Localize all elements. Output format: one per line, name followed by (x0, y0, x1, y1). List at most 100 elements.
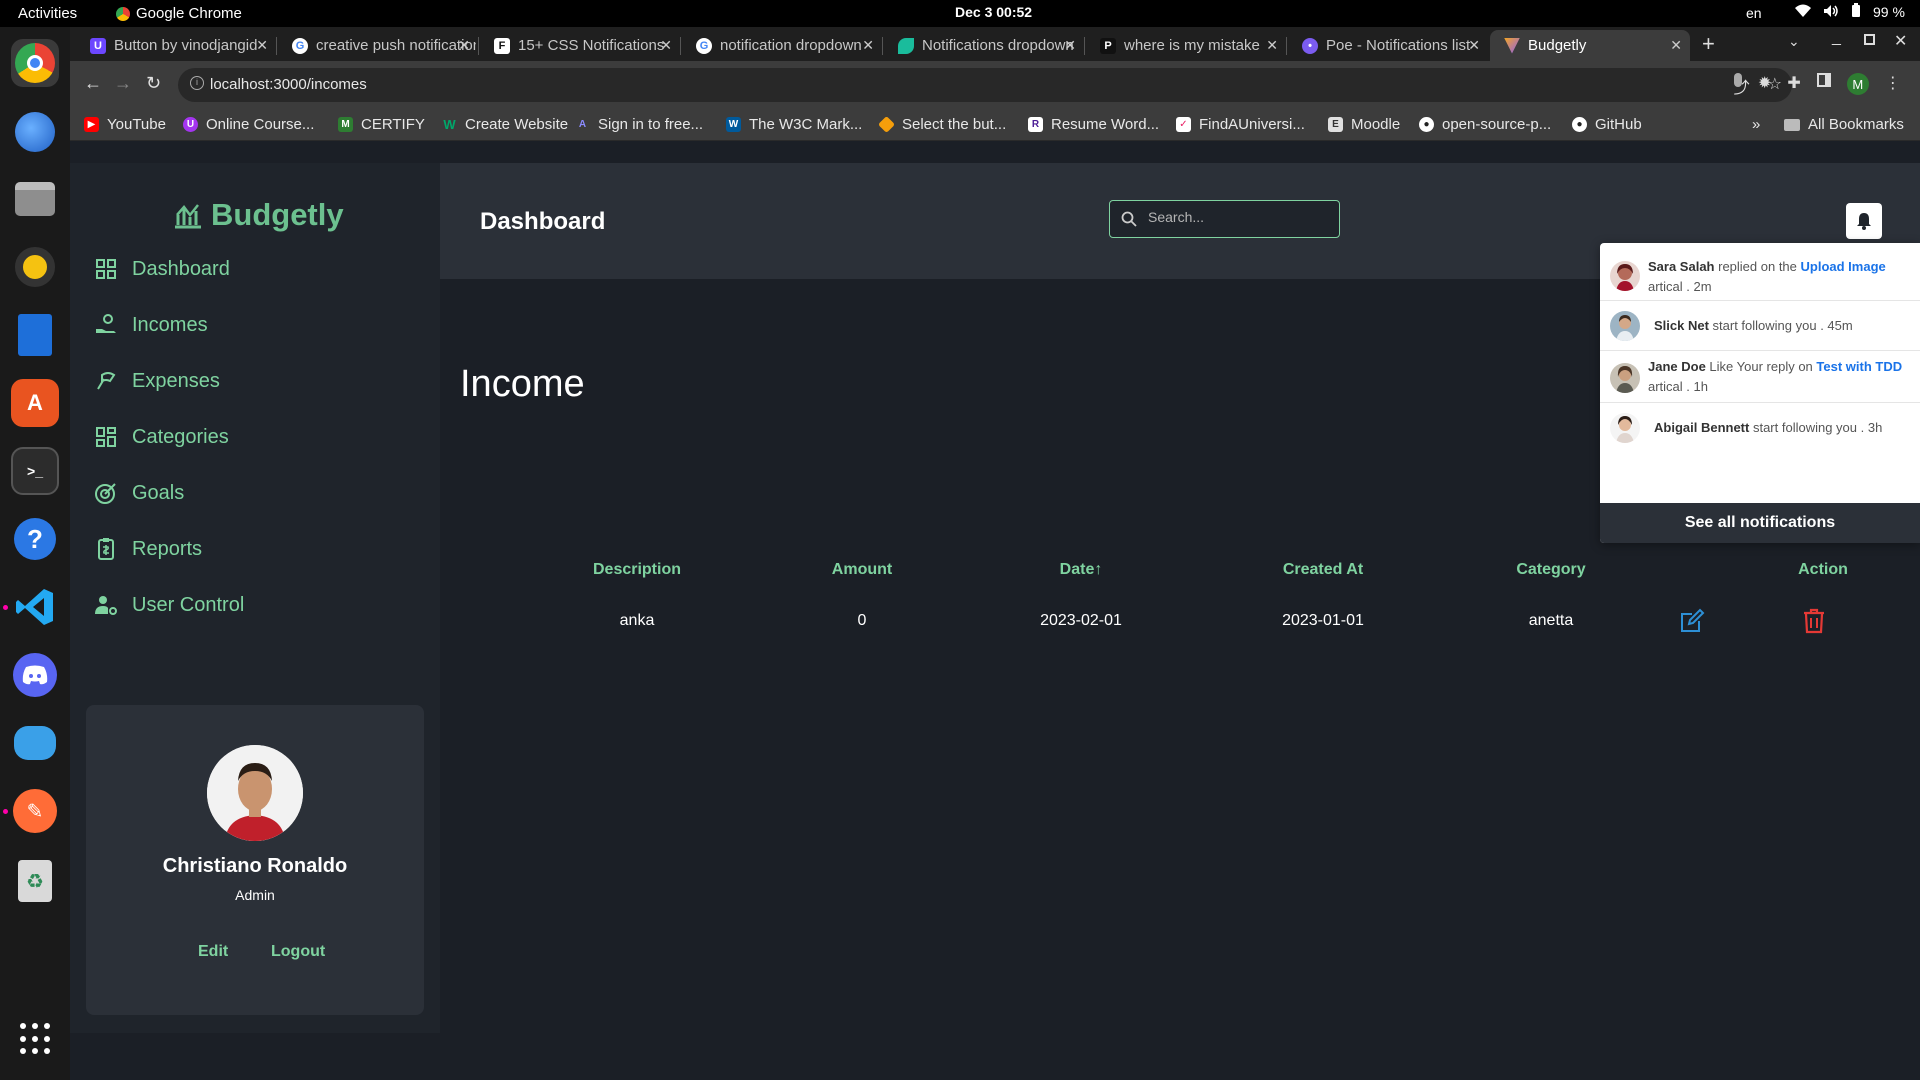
terminal-dock-icon[interactable]: >_ (11, 447, 59, 495)
close-tab-icon[interactable]: ✕ (1670, 37, 1682, 54)
col-description[interactable]: Description (537, 561, 737, 579)
col-amount[interactable]: Amount (762, 561, 962, 579)
col-date[interactable]: Date↑ (981, 561, 1181, 579)
bookmark-open-source[interactable]: ● open-source-p... (1419, 116, 1551, 133)
search-box[interactable] (1109, 200, 1340, 238)
side-panel-icon[interactable] (1816, 73, 1831, 87)
help-dock-icon[interactable]: ? (11, 515, 59, 563)
app-menu[interactable]: Google Chrome (116, 5, 242, 22)
bookmark-w3c[interactable]: W The W3C Mark... (726, 116, 862, 133)
col-created-at[interactable]: Created At (1223, 561, 1423, 579)
nav-expenses[interactable]: Expenses (94, 369, 220, 393)
address-bar[interactable]: i localhost:3000/incomes ⤴ ☆ (178, 68, 1792, 102)
notification-item[interactable]: Abigail Bennett start following you . 3h (1600, 403, 1920, 455)
system-tray[interactable]: 99 % (1795, 3, 1905, 21)
bookmark-select-button[interactable]: Select the but... (878, 116, 1006, 133)
all-bookmarks-button[interactable]: All Bookmarks (1784, 116, 1904, 133)
tab-0[interactable]: U Button by vinodjangid ✕ (76, 30, 276, 61)
back-icon[interactable]: ← (84, 73, 102, 94)
show-apps-icon[interactable] (20, 1023, 52, 1055)
nav-reports[interactable]: Reports (94, 537, 202, 561)
thunderbird-dock-icon[interactable] (11, 108, 59, 156)
tab-search-icon[interactable]: ⌄ (1788, 33, 1800, 50)
avatar (1610, 261, 1640, 291)
nav-label: Expenses (132, 369, 220, 392)
close-tab-icon[interactable]: ✕ (1266, 37, 1278, 54)
minimize-icon[interactable]: _ (1832, 29, 1841, 47)
edit-icon[interactable] (1679, 608, 1705, 634)
notification-link[interactable]: Test with TDD (1816, 359, 1902, 374)
nav-user-control[interactable]: User Control (94, 593, 244, 617)
discord-dock-icon[interactable] (11, 651, 59, 699)
activities-button[interactable]: Activities (18, 5, 77, 22)
close-window-icon[interactable]: ✕ (1894, 31, 1907, 51)
notifications-button[interactable] (1846, 203, 1882, 239)
reload-icon[interactable]: ↻ (146, 73, 161, 94)
bookmark-resume-word[interactable]: R Resume Word... (1028, 116, 1159, 133)
notification-item[interactable]: Jane Doe Like Your reply on Test with TD… (1600, 351, 1920, 403)
nav-label: User Control (132, 593, 245, 616)
trash-icon[interactable] (1803, 608, 1825, 634)
nav-categories[interactable]: Categories (94, 425, 229, 449)
menu-kebab-icon[interactable]: ⋮ (1885, 73, 1901, 95)
notification-link[interactable]: Upload Image (1801, 259, 1886, 274)
postman-dock-icon[interactable]: ✎ (11, 787, 59, 835)
bookmark-youtube[interactable]: ▶ YouTube (84, 116, 166, 133)
bookmark-certify[interactable]: M CERTIFY (338, 116, 425, 133)
rhythmbox-dock-icon[interactable] (11, 243, 59, 291)
close-tab-icon[interactable]: ✕ (1064, 37, 1076, 54)
notification-item[interactable]: Slick Net start following you . 45m (1600, 301, 1920, 351)
nav-incomes[interactable]: Incomes (94, 313, 208, 337)
close-tab-icon[interactable]: ✕ (660, 37, 672, 54)
brand-logo[interactable]: Budgetly (173, 197, 344, 233)
tab-2[interactable]: F 15+ CSS Notifications ✕ (480, 30, 680, 61)
settings-extension-icon[interactable]: ✹ (1758, 73, 1771, 95)
bookmark-findauniversity[interactable]: ✓ FindAUniversi... (1176, 116, 1305, 133)
tab-4[interactable]: ​ Notifications dropdown ✕ (884, 30, 1084, 61)
close-tab-icon[interactable]: ✕ (458, 37, 470, 54)
close-tab-icon[interactable]: ✕ (1468, 37, 1480, 54)
maximize-icon[interactable] (1864, 34, 1875, 45)
notification-item[interactable]: Sara Salah replied on the Upload Image a… (1600, 243, 1920, 301)
tab-1[interactable]: G creative push notifications ✕ (278, 30, 478, 61)
new-tab-icon[interactable]: + (1702, 31, 1715, 57)
bookmark-github[interactable]: ● GitHub (1572, 116, 1642, 133)
tab-3[interactable]: G notification dropdown ✕ (682, 30, 882, 61)
more-bookmarks-button[interactable]: » (1752, 116, 1760, 133)
bookmark-create-website[interactable]: W Create Website (442, 116, 568, 133)
forward-icon[interactable]: → (114, 73, 132, 94)
categories-icon (96, 427, 116, 447)
volume-icon (1823, 4, 1839, 21)
chrome-dock-icon[interactable] (11, 39, 59, 87)
edit-profile-button[interactable]: Edit (198, 943, 228, 961)
tab-5[interactable]: P where is my mistake ✕ (1086, 30, 1286, 61)
close-tab-icon[interactable]: ✕ (256, 37, 268, 54)
input-language[interactable]: en (1746, 5, 1762, 21)
files-dock-icon[interactable] (11, 175, 59, 223)
col-category[interactable]: Category (1451, 561, 1651, 579)
site-info-icon[interactable]: i (190, 76, 204, 90)
close-tab-icon[interactable]: ✕ (862, 37, 874, 54)
clock[interactable]: Dec 3 00:52 (955, 4, 1032, 20)
extension-icon[interactable] (1734, 73, 1742, 87)
profile-avatar[interactable]: M (1846, 73, 1869, 95)
bookmark-online-course[interactable]: U Online Course... (183, 116, 314, 133)
chrome-small-icon (116, 6, 130, 21)
extensions-puzzle-icon[interactable]: ✚ (1787, 73, 1800, 95)
writer-dock-icon[interactable] (11, 311, 59, 359)
bookmark-moodle[interactable]: E Moodle (1328, 116, 1400, 133)
tab-6[interactable]: • Poe - Notifications list ✕ (1288, 30, 1488, 61)
notification-user: Jane Doe (1648, 359, 1706, 374)
search-input[interactable] (1148, 209, 1328, 225)
trash-dock-icon[interactable]: ♻ (11, 857, 59, 905)
vscode-dock-icon[interactable] (11, 583, 59, 631)
nav-dashboard[interactable]: Dashboard (94, 257, 230, 281)
bookmark-sign-in[interactable]: A Sign in to free... (575, 116, 703, 133)
moodle-icon: E (1328, 117, 1343, 132)
azure-data-studio-dock-icon[interactable] (11, 719, 59, 767)
app-center-dock-icon[interactable]: A (11, 379, 59, 427)
tab-7-active[interactable]: Budgetly ✕ (1490, 30, 1690, 61)
logout-button[interactable]: Logout (271, 943, 325, 961)
see-all-notifications-button[interactable]: See all notifications (1600, 503, 1920, 543)
nav-goals[interactable]: Goals (94, 481, 184, 505)
